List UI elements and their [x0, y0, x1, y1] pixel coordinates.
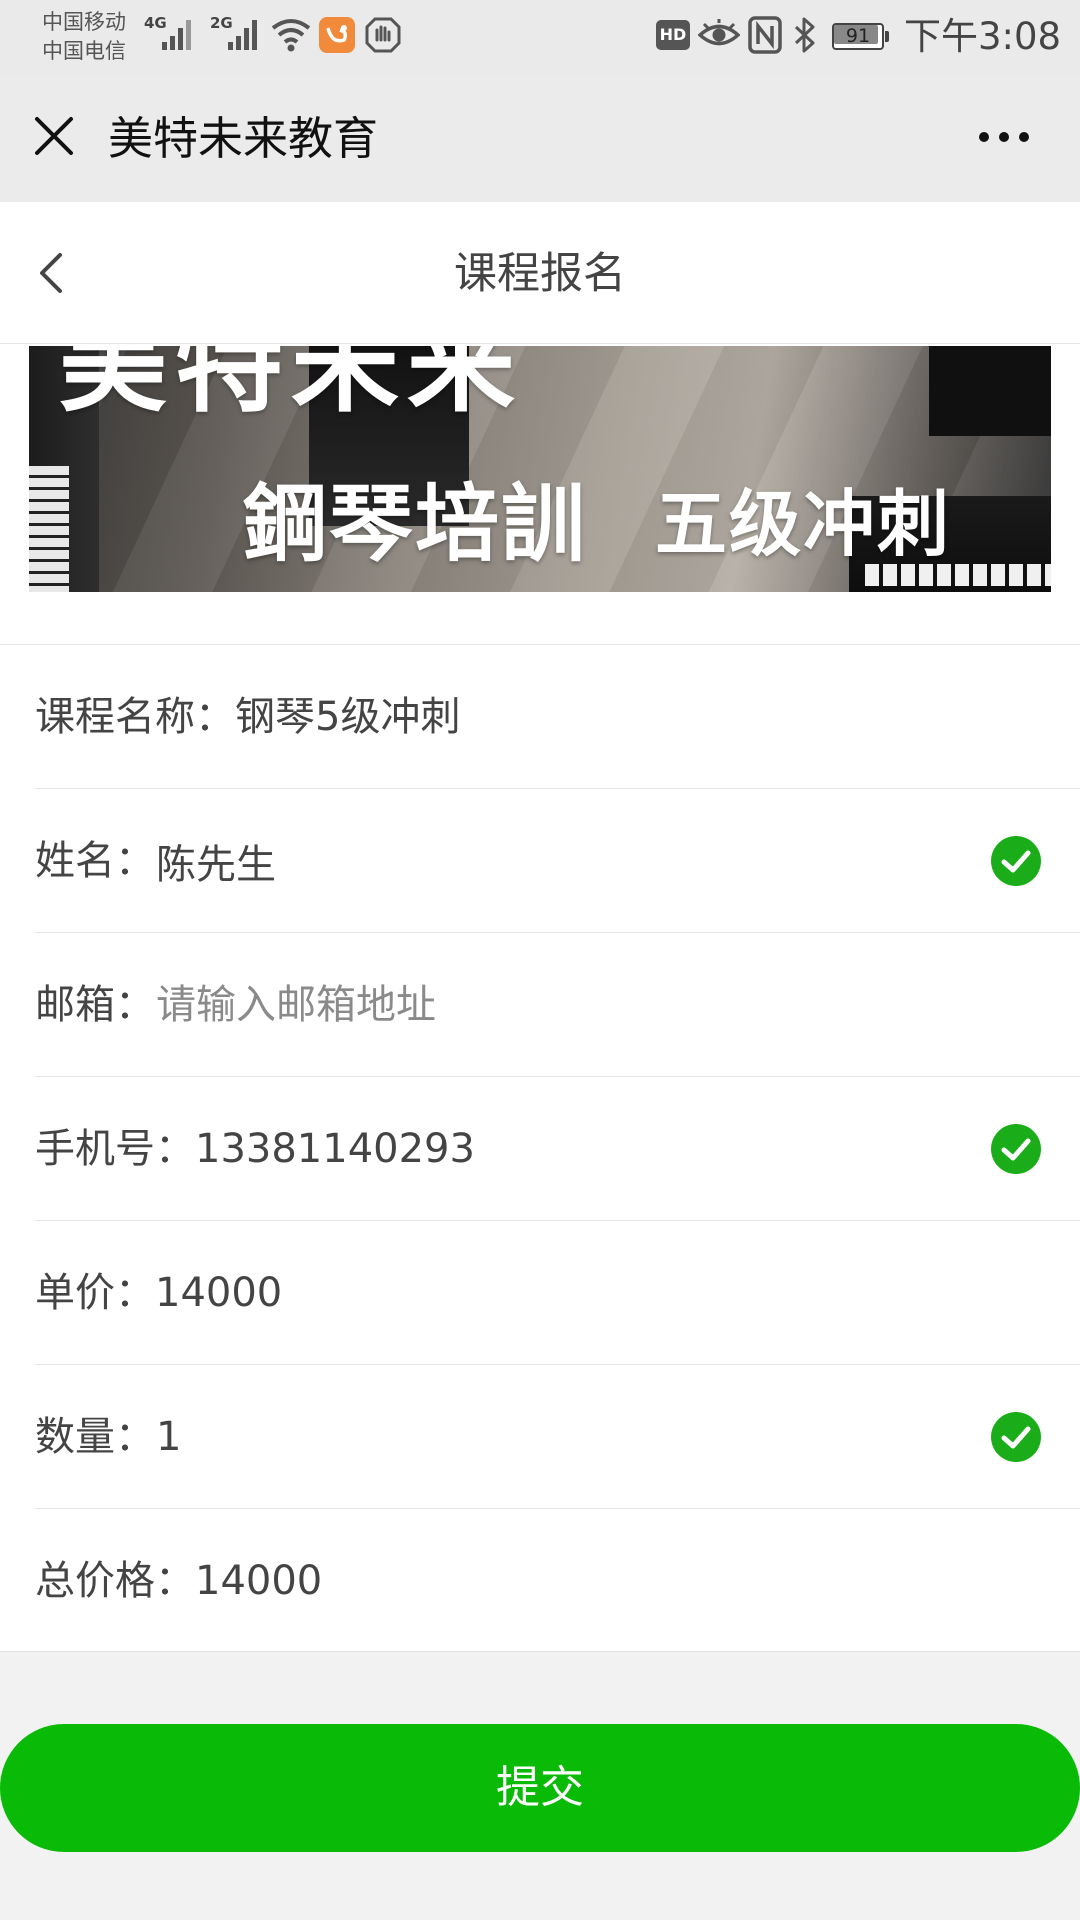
status-bar: 中国移动 中国电信 4G 2G HD 91 下午3:08: [0, 0, 1080, 76]
banner-section: 美特未来 鋼琴培訓 五级冲刺: [0, 344, 1080, 644]
submit-button[interactable]: 提交: [0, 1724, 1080, 1852]
name-label: 姓名：: [35, 838, 155, 884]
battery-icon: 91: [832, 23, 890, 50]
total-price-label: 总价格：: [35, 1558, 195, 1604]
signal-strength-icon: [162, 20, 191, 50]
battery-percent: 91: [845, 25, 871, 47]
phone-row: 手机号：: [35, 1077, 1080, 1221]
course-name-value: 钢琴5级冲刺: [235, 694, 461, 740]
wechat-title-bar: 美特未来教育: [0, 76, 1080, 202]
uc-browser-icon: [319, 17, 355, 53]
quantity-row: 数量：: [35, 1365, 1080, 1509]
hd-voice-icon: HD: [656, 20, 690, 50]
unit-price-value: 14000: [155, 1270, 283, 1316]
total-price-value: 14000: [195, 1558, 323, 1604]
course-name-label: 课程名称：: [35, 694, 235, 740]
quantity-label: 数量：: [35, 1414, 155, 1460]
email-label: 邮箱：: [35, 982, 155, 1028]
more-icon[interactable]: [976, 122, 1032, 152]
carrier-1: 中国移动: [42, 10, 126, 34]
quantity-input[interactable]: [156, 1405, 936, 1469]
quantity-valid-check-icon: [991, 1412, 1041, 1462]
phone-label: 手机号：: [35, 1126, 195, 1172]
privacy-shield-icon: [365, 17, 401, 53]
eye-comfort-icon: [698, 19, 740, 46]
name-input[interactable]: [156, 829, 936, 893]
email-input[interactable]: [156, 973, 936, 1037]
total-price-row: 总价格：14000: [35, 1509, 1080, 1653]
app-title: 美特未来教育: [108, 112, 379, 165]
bluetooth-icon: [794, 17, 815, 53]
phone-input[interactable]: [195, 1117, 975, 1181]
wifi-icon: [271, 19, 311, 52]
nfc-icon: [748, 16, 782, 54]
unit-price-row: 单价：14000: [35, 1221, 1080, 1365]
course-name-row: 课程名称：钢琴5级冲刺: [35, 645, 1080, 789]
page-header: 课程报名: [0, 202, 1080, 344]
signal-strength-icon-2: [228, 20, 257, 50]
carrier-info: 中国移动 中国电信: [42, 8, 126, 66]
page-title: 课程报名: [454, 249, 626, 299]
banner-brand-text: 美特未来: [59, 346, 524, 427]
clock: 下午3:08: [904, 15, 1062, 58]
carrier-2: 中国电信: [42, 39, 126, 63]
course-banner-image: 美特未来 鋼琴培訓 五级冲刺: [29, 346, 1051, 592]
phone-valid-check-icon: [991, 1124, 1041, 1174]
unit-price-label: 单价：: [35, 1270, 155, 1316]
name-valid-check-icon: [991, 836, 1041, 886]
enrollment-form: 课程名称：钢琴5级冲刺 姓名： 邮箱： 手机号： 单价：14000 数量：: [0, 644, 1080, 1652]
banner-course-text: 鋼琴培訓: [243, 474, 588, 573]
banner-level-text: 五级冲刺: [655, 482, 952, 566]
email-row: 邮箱：: [35, 933, 1080, 1077]
name-row: 姓名：: [35, 789, 1080, 933]
close-icon[interactable]: [34, 116, 74, 156]
